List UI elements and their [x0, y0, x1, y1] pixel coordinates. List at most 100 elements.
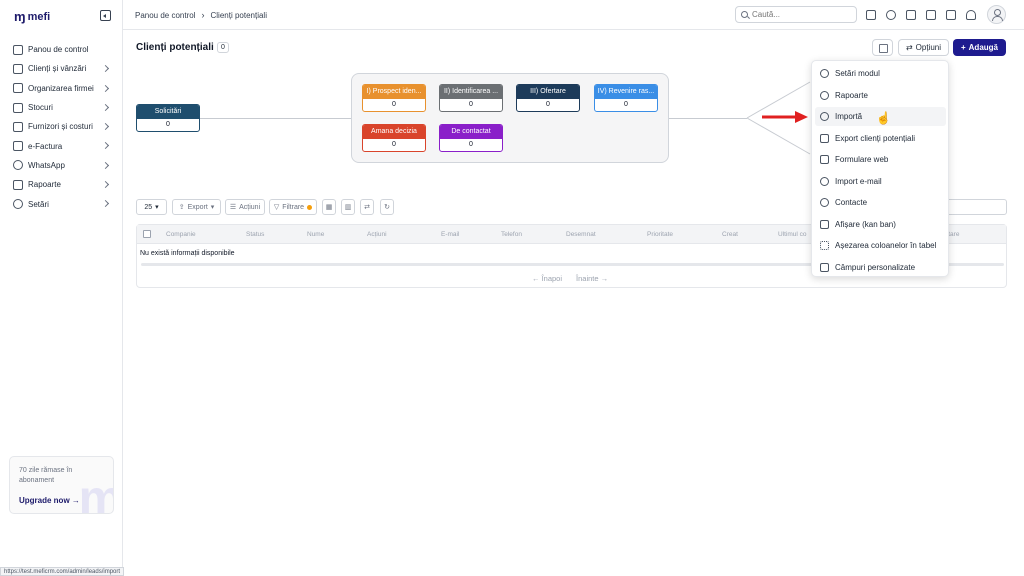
- pipeline-stage[interactable]: II) Identificarea ... 0: [439, 84, 503, 112]
- status-url: https://test.meficrm.com/admin/leads/imp…: [0, 567, 125, 576]
- sidebar-item-label: WhatsApp: [28, 160, 65, 170]
- grid-icon: ▦: [325, 204, 333, 211]
- sidebar-item-organization[interactable]: Organizarea firmei: [0, 79, 123, 98]
- gear-icon: [13, 199, 23, 210]
- swap-button[interactable]: ⇄: [360, 199, 374, 215]
- menu-item-label: Câmpuri personalizate: [835, 262, 916, 272]
- actions-label: Acțiuni: [239, 203, 261, 211]
- bell-icon[interactable]: [966, 10, 976, 20]
- sidebar-item-whatsapp[interactable]: WhatsApp: [0, 156, 123, 175]
- actions-button[interactable]: ☰ Acțiuni: [225, 199, 265, 215]
- column-header[interactable]: E-mail: [441, 231, 459, 238]
- wallet-icon: [13, 121, 23, 132]
- column-header[interactable]: Desemnat: [566, 231, 596, 238]
- stage-count: 0: [469, 101, 473, 108]
- pipeline-stage[interactable]: III) Ofertare 0: [516, 84, 580, 112]
- logo[interactable]: ɱ mefi: [14, 9, 50, 24]
- column-header[interactable]: Prioritate: [647, 231, 673, 238]
- sidebar-item-stock[interactable]: Stocuri: [0, 98, 123, 117]
- refresh-icon: ↻: [384, 204, 390, 211]
- cloud-icon: [820, 176, 829, 186]
- sidebar-item-label: Rapoarte: [28, 180, 61, 190]
- sidebar-item-label: Clienți și vânzări: [28, 64, 87, 74]
- sidebar-item-clients-sales[interactable]: Clienți și vânzări: [0, 59, 123, 78]
- stage-label: Solicitări: [137, 105, 199, 119]
- export-icon: ⇪: [178, 204, 185, 211]
- calendar-icon[interactable]: [906, 10, 916, 20]
- breadcrumb-separator-icon: ›: [201, 10, 205, 20]
- menu-item-web-forms[interactable]: Formulare web: [815, 150, 946, 169]
- stage-count: 0: [392, 141, 396, 148]
- stage-label: IV) Revenire ras...: [595, 85, 657, 99]
- chevron-right-icon: [101, 123, 110, 131]
- logo-text: mefi: [27, 10, 51, 23]
- next-page-button[interactable]: Înainte →: [576, 274, 608, 283]
- gear-icon: [820, 69, 829, 78]
- count-badge: 0: [217, 42, 229, 53]
- form-icon: [820, 155, 829, 164]
- options-button[interactable]: ⇄ Opțiuni: [898, 39, 949, 56]
- add-square-icon[interactable]: [866, 10, 876, 20]
- menu-item-module-settings[interactable]: Setări modul: [815, 64, 946, 83]
- chat-icon[interactable]: [946, 10, 956, 20]
- sidebar-item-suppliers[interactable]: Furnizori și costuri: [0, 117, 123, 136]
- filter-button[interactable]: ▽ Filtrare: [269, 199, 317, 215]
- breadcrumb-dashboard[interactable]: Panou de control: [135, 11, 196, 20]
- sidebar-item-dashboard[interactable]: Panou de control: [0, 40, 123, 59]
- pie-chart-icon: [820, 90, 829, 100]
- pagination: ← Înapoi Înainte →: [532, 274, 608, 283]
- menu-item-kanban-view[interactable]: Afișare (kan ban): [815, 215, 946, 234]
- global-search[interactable]: [735, 6, 857, 23]
- chevron-right-icon: [101, 103, 110, 111]
- previous-page-button[interactable]: ← Înapoi: [532, 274, 562, 283]
- stage-label: II) Identificarea ...: [440, 85, 502, 99]
- column-header[interactable]: Companie: [166, 231, 196, 238]
- chevron-right-icon: [101, 200, 110, 208]
- sidebar: ɱ mefi Panou de control Clienți și vânză…: [0, 0, 123, 576]
- sidebar-item-efactura[interactable]: e-Factura: [0, 136, 123, 155]
- menu-item-custom-fields[interactable]: Câmpuri personalizate: [815, 258, 946, 277]
- menu-item-import-email[interactable]: Import e-mail: [815, 172, 946, 191]
- column-header[interactable]: Telefon: [501, 231, 522, 238]
- avatar[interactable]: [987, 5, 1006, 24]
- stage-count: 0: [546, 101, 550, 108]
- timer-icon[interactable]: [886, 10, 896, 20]
- collapse-sidebar-icon[interactable]: [100, 10, 111, 21]
- pipeline-stage[interactable]: Amana decizia 0: [362, 124, 426, 152]
- menu-item-column-layout[interactable]: Așezarea coloanelor în tabel: [815, 236, 946, 255]
- pipeline-stage[interactable]: De contactat 0: [439, 124, 503, 152]
- menu-item-reports[interactable]: Rapoarte: [815, 86, 946, 105]
- column-header[interactable]: Nume: [307, 231, 324, 238]
- menu-item-export-leads[interactable]: Export clienți potențiali: [815, 129, 946, 148]
- columns-button[interactable]: ▥: [341, 199, 355, 215]
- column-header[interactable]: Status: [246, 231, 264, 238]
- upgrade-link-label: Upgrade now: [19, 496, 70, 505]
- pipeline-stage[interactable]: IV) Revenire ras... 0: [594, 84, 658, 112]
- sidebar-item-settings[interactable]: Setări: [0, 194, 123, 213]
- column-header[interactable]: Ultimul co: [778, 231, 807, 238]
- stage-label: De contactat: [440, 125, 502, 139]
- grid-view-button[interactable]: ▦: [322, 199, 336, 215]
- select-all-checkbox[interactable]: [143, 230, 151, 238]
- page-size-select[interactable]: 25 ▾: [136, 199, 167, 215]
- chevron-right-icon: [101, 142, 110, 150]
- refresh-button[interactable]: ↻: [380, 199, 394, 215]
- search-icon: [741, 11, 748, 18]
- pipeline-stage-source[interactable]: Solicitări 0: [136, 104, 200, 132]
- sidebar-item-label: Panou de control: [28, 45, 89, 55]
- search-input[interactable]: [752, 10, 847, 19]
- stage-label: I) Prospect iden...: [363, 85, 425, 99]
- sidebar-item-reports[interactable]: Rapoarte: [0, 175, 123, 194]
- export-button[interactable]: ⇪ Export ▾: [172, 199, 221, 215]
- menu-item-label: Setări modul: [835, 69, 880, 78]
- toggle-panel-button[interactable]: [872, 39, 893, 56]
- upgrade-card: ɱ 70 zile rămase în abonament Upgrade no…: [9, 456, 114, 514]
- table-search-input[interactable]: [940, 199, 1007, 215]
- add-button[interactable]: + Adaugă: [953, 39, 1006, 56]
- pipeline-stage[interactable]: I) Prospect iden... 0: [362, 84, 426, 112]
- task-check-icon[interactable]: [926, 10, 936, 20]
- menu-item-contacts[interactable]: Contacte: [815, 193, 946, 212]
- column-header[interactable]: Creat: [722, 231, 738, 238]
- upgrade-now-link[interactable]: Upgrade now →: [19, 496, 80, 505]
- column-header[interactable]: Acțiuni: [367, 231, 387, 238]
